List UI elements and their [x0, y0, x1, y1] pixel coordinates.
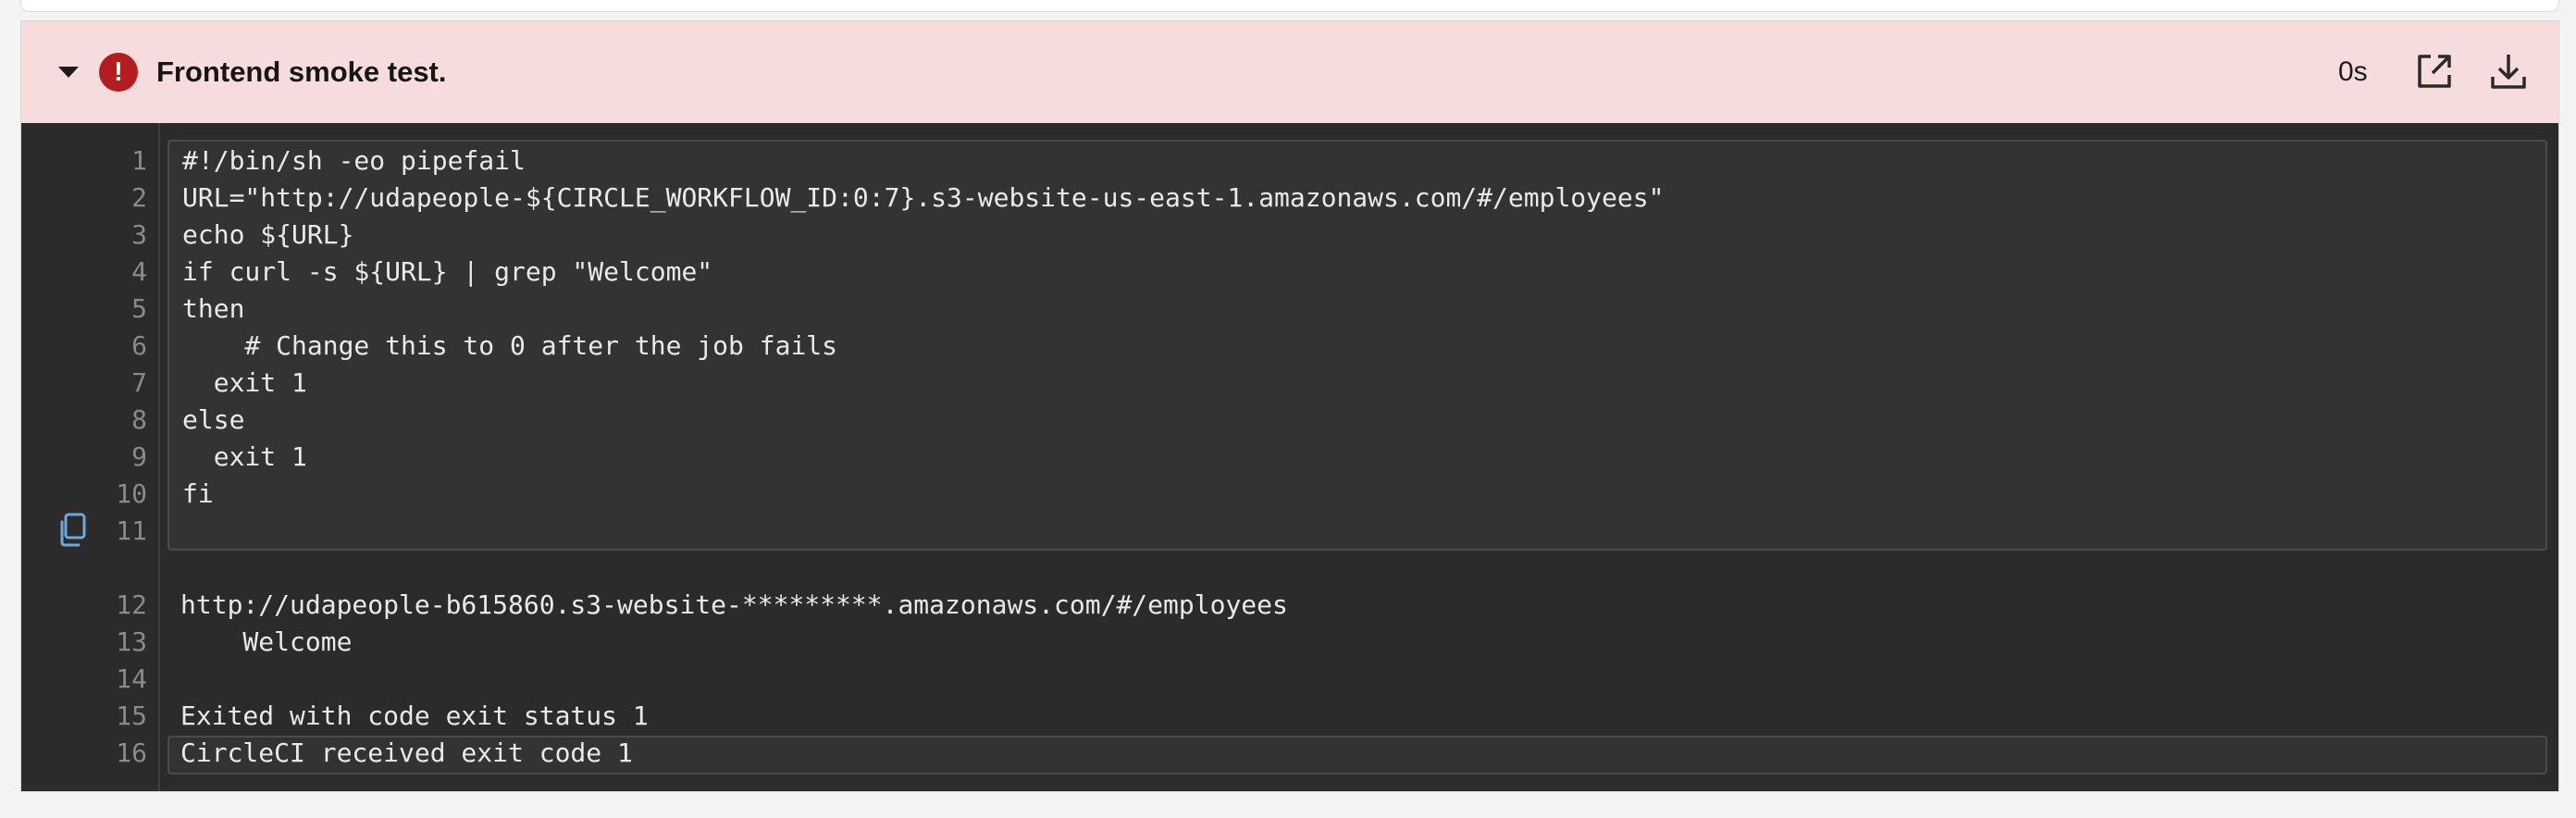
line-number: 5	[131, 293, 147, 324]
log-text: if curl -s ${URL} | grep "Welcome"	[182, 256, 713, 287]
step-panel: ! Frontend smoke test. 0s 1 #!/bin/sh -e…	[20, 20, 2559, 792]
step-header[interactable]: ! Frontend smoke test. 0s	[21, 21, 2558, 123]
line-number: 7	[131, 367, 147, 398]
line-number: 13	[116, 626, 147, 657]
log-line: 1 #!/bin/sh -eo pipefail	[21, 143, 2558, 180]
step-duration: 0s	[2338, 56, 2368, 87]
log-text: else	[182, 404, 245, 435]
open-external-icon	[2418, 55, 2451, 88]
error-circle-icon: !	[99, 53, 138, 92]
log-line: 2 URL="http://udapeople-${CIRCLE_WORKFLO…	[21, 180, 2558, 217]
log-text: echo ${URL}	[182, 219, 354, 250]
caret-down-icon[interactable]	[58, 67, 79, 78]
line-number: 2	[131, 182, 147, 213]
line-number: 4	[131, 256, 147, 287]
line-number: 14	[116, 663, 147, 694]
log-line: 13 Welcome	[21, 624, 2558, 661]
log-text: Welcome	[180, 626, 353, 657]
log-text: Exited with code exit status 1	[180, 700, 649, 731]
log-text: # Change this to 0 after the job fails	[182, 330, 838, 361]
log-text: then	[182, 293, 245, 324]
log-line: 5 then	[21, 291, 2558, 328]
log-line: 14	[21, 661, 2558, 698]
log-line: 11	[21, 513, 2558, 550]
log-text: fi	[182, 478, 214, 509]
log-text: CircleCI received exit code 1	[180, 737, 633, 768]
log-line: 10 fi	[21, 476, 2558, 513]
log-line: 16 CircleCI received exit code 1	[21, 735, 2558, 772]
line-number: 3	[131, 219, 147, 250]
log-line: 12 http://udapeople-b615860.s3-website-*…	[21, 587, 2558, 624]
step-title: Frontend smoke test.	[156, 56, 447, 88]
line-number: 10	[116, 478, 147, 509]
download-button[interactable]	[2486, 49, 2531, 93]
line-number: 16	[116, 737, 147, 768]
line-number: 12	[116, 589, 147, 620]
previous-step-card	[20, 0, 2559, 12]
log-text: URL="http://udapeople-${CIRCLE_WORKFLOW_…	[182, 182, 1665, 213]
open-external-button[interactable]	[2412, 49, 2457, 93]
log-line: 6 # Change this to 0 after the job fails	[21, 328, 2558, 365]
log-line: 4 if curl -s ${URL} | grep "Welcome"	[21, 254, 2558, 291]
log-text: http://udapeople-b615860.s3-website-****…	[180, 589, 1288, 620]
log-line: 7 exit 1	[21, 365, 2558, 402]
download-icon	[2491, 55, 2526, 89]
line-number: 6	[131, 330, 147, 361]
line-number: 15	[116, 700, 147, 731]
line-number: 8	[131, 404, 147, 435]
line-number: 11	[116, 515, 147, 546]
line-number: 1	[131, 145, 147, 176]
log-text: #!/bin/sh -eo pipefail	[182, 145, 526, 176]
log-line: 8 else	[21, 402, 2558, 439]
log-line: 3 echo ${URL}	[21, 217, 2558, 254]
line-number: 9	[131, 441, 147, 472]
log-text: exit 1	[182, 441, 307, 472]
log-text: exit 1	[182, 367, 307, 398]
log-line: 9 exit 1	[21, 439, 2558, 476]
log-line: 15 Exited with code exit status 1	[21, 698, 2558, 735]
